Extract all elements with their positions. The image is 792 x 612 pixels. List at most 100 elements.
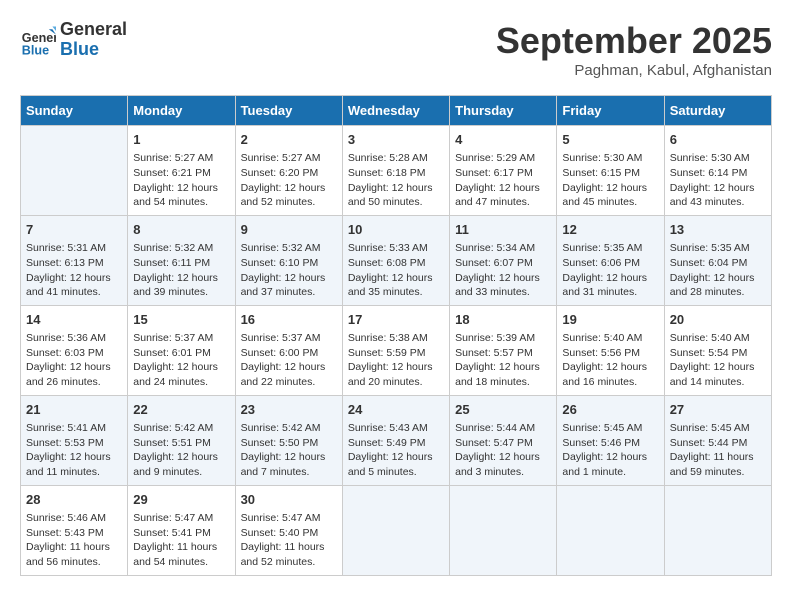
calendar-cell: 26 Sunrise: 5:45 AM Sunset: 5:46 PM Dayli… [557,395,664,485]
calendar-cell: 22 Sunrise: 5:42 AM Sunset: 5:51 PM Dayli… [128,395,235,485]
calendar-cell: 4 Sunrise: 5:29 AM Sunset: 6:17 PM Daylig… [450,126,557,216]
day-number: 11 [455,221,551,239]
calendar-cell [450,485,557,575]
day-info: Sunrise: 5:27 AM Sunset: 6:21 PM Dayligh… [133,151,229,210]
calendar-cell [664,485,771,575]
calendar-week-4: 21 Sunrise: 5:41 AM Sunset: 5:53 PM Dayli… [21,395,772,485]
day-info: Sunrise: 5:41 AM Sunset: 5:53 PM Dayligh… [26,421,122,480]
header-day-friday: Friday [557,96,664,126]
day-info: Sunrise: 5:47 AM Sunset: 5:40 PM Dayligh… [241,511,337,570]
day-number: 2 [241,131,337,149]
day-number: 25 [455,401,551,419]
calendar-cell: 16 Sunrise: 5:37 AM Sunset: 6:00 PM Dayli… [235,305,342,395]
header-day-tuesday: Tuesday [235,96,342,126]
day-info: Sunrise: 5:30 AM Sunset: 6:14 PM Dayligh… [670,151,766,210]
day-info: Sunrise: 5:44 AM Sunset: 5:47 PM Dayligh… [455,421,551,480]
day-number: 16 [241,311,337,329]
day-number: 22 [133,401,229,419]
calendar-cell: 25 Sunrise: 5:44 AM Sunset: 5:47 PM Dayli… [450,395,557,485]
calendar-cell: 9 Sunrise: 5:32 AM Sunset: 6:10 PM Daylig… [235,215,342,305]
header-row: SundayMondayTuesdayWednesdayThursdayFrid… [21,96,772,126]
calendar-cell: 11 Sunrise: 5:34 AM Sunset: 6:07 PM Dayli… [450,215,557,305]
day-number: 6 [670,131,766,149]
day-info: Sunrise: 5:34 AM Sunset: 6:07 PM Dayligh… [455,241,551,300]
calendar-cell: 29Sunrise: 5:47 AM Sunset: 5:41 PM Dayli… [128,485,235,575]
day-info: Sunrise: 5:39 AM Sunset: 5:57 PM Dayligh… [455,331,551,390]
day-info: Sunrise: 5:29 AM Sunset: 6:17 PM Dayligh… [455,151,551,210]
logo-text: General Blue [60,20,127,60]
calendar-cell: 8Sunrise: 5:32 AM Sunset: 6:11 PM Daylig… [128,215,235,305]
logo: General Blue General Blue [20,20,127,60]
day-info: Sunrise: 5:28 AM Sunset: 6:18 PM Dayligh… [348,151,444,210]
day-info: Sunrise: 5:45 AM Sunset: 5:46 PM Dayligh… [562,421,658,480]
calendar-cell: 10 Sunrise: 5:33 AM Sunset: 6:08 PM Dayli… [342,215,449,305]
calendar-cell: 30 Sunrise: 5:47 AM Sunset: 5:40 PM Dayli… [235,485,342,575]
day-info: Sunrise: 5:43 AM Sunset: 5:49 PM Dayligh… [348,421,444,480]
day-number: 5 [562,131,658,149]
day-info: Sunrise: 5:31 AM Sunset: 6:13 PM Dayligh… [26,241,122,300]
calendar-cell: 20 Sunrise: 5:40 AM Sunset: 5:54 PM Dayli… [664,305,771,395]
calendar-header: SundayMondayTuesdayWednesdayThursdayFrid… [21,96,772,126]
day-number: 21 [26,401,122,419]
calendar-cell: 14Sunrise: 5:36 AM Sunset: 6:03 PM Dayli… [21,305,128,395]
day-number: 30 [241,491,337,509]
calendar-cell: 13 Sunrise: 5:35 AM Sunset: 6:04 PM Dayli… [664,215,771,305]
calendar-week-5: 28Sunrise: 5:46 AM Sunset: 5:43 PM Dayli… [21,485,772,575]
month-title: September 2025 [496,20,772,62]
day-info: Sunrise: 5:46 AM Sunset: 5:43 PM Dayligh… [26,511,122,570]
day-number: 4 [455,131,551,149]
calendar-cell: 17Sunrise: 5:38 AM Sunset: 5:59 PM Dayli… [342,305,449,395]
logo-icon: General Blue [20,22,56,58]
day-number: 26 [562,401,658,419]
day-number: 24 [348,401,444,419]
calendar-cell: 28Sunrise: 5:46 AM Sunset: 5:43 PM Dayli… [21,485,128,575]
calendar-cell: 15 Sunrise: 5:37 AM Sunset: 6:01 PM Dayli… [128,305,235,395]
day-info: Sunrise: 5:35 AM Sunset: 6:04 PM Dayligh… [670,241,766,300]
calendar-cell: 19Sunrise: 5:40 AM Sunset: 5:56 PM Dayli… [557,305,664,395]
day-info: Sunrise: 5:47 AM Sunset: 5:41 PM Dayligh… [133,511,229,570]
calendar-cell: 27 Sunrise: 5:45 AM Sunset: 5:44 PM Dayli… [664,395,771,485]
day-number: 10 [348,221,444,239]
day-info: Sunrise: 5:33 AM Sunset: 6:08 PM Dayligh… [348,241,444,300]
day-number: 8 [133,221,229,239]
day-number: 20 [670,311,766,329]
calendar-cell: 21 Sunrise: 5:41 AM Sunset: 5:53 PM Dayli… [21,395,128,485]
header-day-thursday: Thursday [450,96,557,126]
logo-line2: Blue [60,40,127,60]
calendar-cell: 24 Sunrise: 5:43 AM Sunset: 5:49 PM Dayli… [342,395,449,485]
day-info: Sunrise: 5:27 AM Sunset: 6:20 PM Dayligh… [241,151,337,210]
svg-text:Blue: Blue [22,43,49,57]
day-info: Sunrise: 5:42 AM Sunset: 5:51 PM Dayligh… [133,421,229,480]
calendar-week-3: 14Sunrise: 5:36 AM Sunset: 6:03 PM Dayli… [21,305,772,395]
day-number: 9 [241,221,337,239]
day-info: Sunrise: 5:40 AM Sunset: 5:54 PM Dayligh… [670,331,766,390]
calendar-week-2: 7Sunrise: 5:31 AM Sunset: 6:13 PM Daylig… [21,215,772,305]
day-number: 15 [133,311,229,329]
day-number: 27 [670,401,766,419]
day-number: 18 [455,311,551,329]
calendar-cell [557,485,664,575]
day-info: Sunrise: 5:38 AM Sunset: 5:59 PM Dayligh… [348,331,444,390]
day-info: Sunrise: 5:42 AM Sunset: 5:50 PM Dayligh… [241,421,337,480]
day-info: Sunrise: 5:40 AM Sunset: 5:56 PM Dayligh… [562,331,658,390]
header-day-wednesday: Wednesday [342,96,449,126]
calendar-cell: 18 Sunrise: 5:39 AM Sunset: 5:57 PM Dayli… [450,305,557,395]
calendar-table: SundayMondayTuesdayWednesdayThursdayFrid… [20,95,772,576]
day-number: 13 [670,221,766,239]
calendar-week-1: 1Sunrise: 5:27 AM Sunset: 6:21 PM Daylig… [21,126,772,216]
day-info: Sunrise: 5:37 AM Sunset: 6:00 PM Dayligh… [241,331,337,390]
day-number: 23 [241,401,337,419]
calendar-body: 1Sunrise: 5:27 AM Sunset: 6:21 PM Daylig… [21,126,772,576]
calendar-cell: 3Sunrise: 5:28 AM Sunset: 6:18 PM Daylig… [342,126,449,216]
day-info: Sunrise: 5:32 AM Sunset: 6:10 PM Dayligh… [241,241,337,300]
day-info: Sunrise: 5:36 AM Sunset: 6:03 PM Dayligh… [26,331,122,390]
header-day-saturday: Saturday [664,96,771,126]
calendar-cell: 6 Sunrise: 5:30 AM Sunset: 6:14 PM Daylig… [664,126,771,216]
day-info: Sunrise: 5:45 AM Sunset: 5:44 PM Dayligh… [670,421,766,480]
calendar-cell: 12Sunrise: 5:35 AM Sunset: 6:06 PM Dayli… [557,215,664,305]
calendar-cell: 2 Sunrise: 5:27 AM Sunset: 6:20 PM Daylig… [235,126,342,216]
day-info: Sunrise: 5:37 AM Sunset: 6:01 PM Dayligh… [133,331,229,390]
logo-line1: General [60,20,127,40]
title-block: September 2025 Paghman, Kabul, Afghanist… [496,20,772,79]
header-day-monday: Monday [128,96,235,126]
